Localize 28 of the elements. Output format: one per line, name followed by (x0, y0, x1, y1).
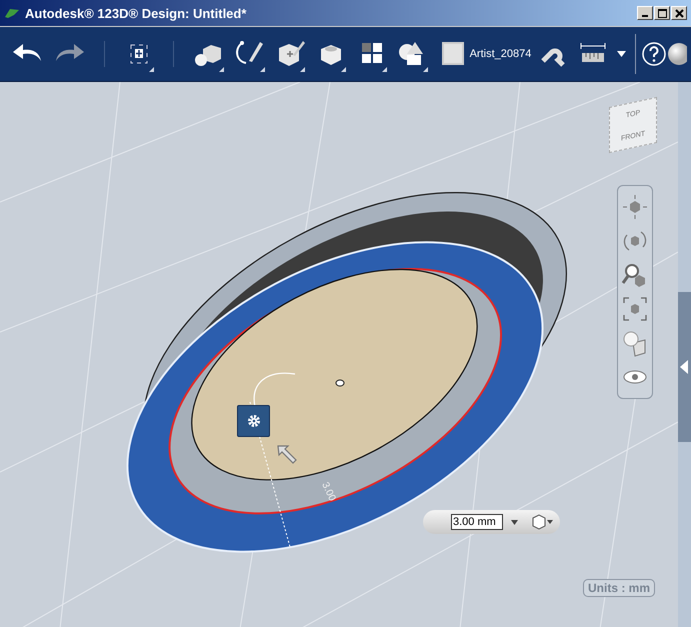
settings-button[interactable] (237, 405, 270, 437)
close-button[interactable] (671, 6, 687, 20)
fit-icon[interactable] (621, 295, 649, 323)
expand-panel-icon[interactable] (680, 360, 688, 374)
box-dropdown-icon[interactable] (530, 514, 554, 530)
menu-corner-icon (341, 67, 346, 72)
units-badge: Units : mm (583, 579, 656, 597)
maximize-button[interactable] (654, 6, 670, 20)
settings-icon (246, 414, 260, 428)
minimize-icon (642, 15, 648, 17)
maximize-icon (658, 8, 666, 18)
menu-corner-icon (422, 67, 428, 72)
app-logo-icon (4, 7, 20, 19)
menu-corner-icon (218, 67, 224, 72)
dimension-input-field[interactable]: 3.00 mm (451, 514, 503, 530)
minimize-button[interactable] (637, 6, 653, 20)
menu-corner-icon (260, 67, 265, 72)
menu-corner-icon (149, 67, 154, 72)
close-icon (674, 8, 684, 18)
menu-corner-icon (382, 67, 387, 72)
window-title: Autodesk® 123D® Design: Untitled* (25, 6, 246, 20)
menu-corner-icon (300, 67, 306, 72)
help-icon[interactable] (642, 42, 666, 66)
dimension-label: 3.00 (319, 480, 338, 503)
dropdown-caret-icon[interactable] (511, 520, 518, 524)
pan-icon[interactable] (621, 193, 649, 221)
arrow-cursor-icon (276, 444, 298, 464)
user-name[interactable]: Artist_20874 (470, 48, 532, 60)
